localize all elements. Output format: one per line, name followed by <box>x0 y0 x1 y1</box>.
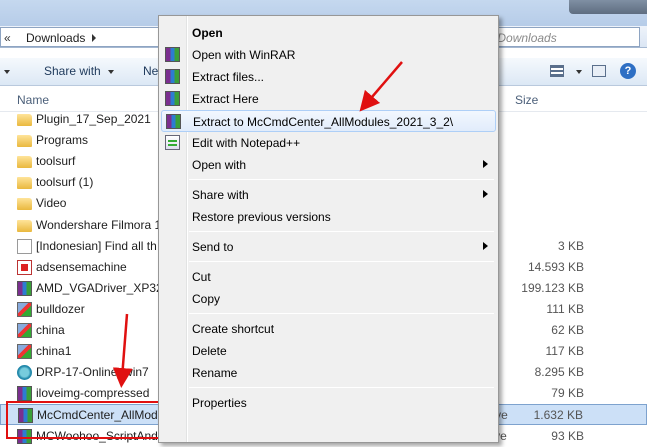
arrow-to-extract-option <box>359 61 403 112</box>
arrow-to-selected-file <box>112 313 133 388</box>
annotation-arrows <box>112 61 403 388</box>
